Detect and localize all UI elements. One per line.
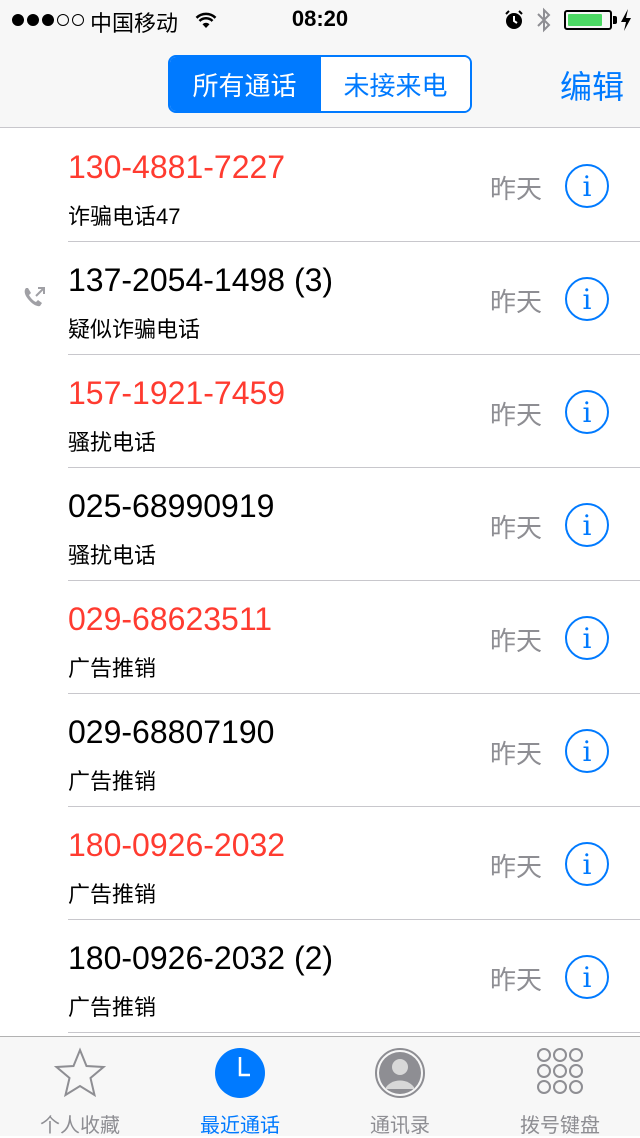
calls-filter-segmented-control: 所有通话 未接来电 [168,55,472,113]
call-date: 昨天 [490,287,543,317]
alarm-icon [505,10,523,29]
call-row[interactable]: 180-0926-2032 广告推销 昨天 i [0,807,640,920]
row-separator [68,1032,640,1033]
call-number: 130-4881-7227 [68,149,286,185]
recent-calls-list[interactable]: 130-4881-7227 诈骗电话47 昨天 i 137-2054-1498 … [0,129,640,1036]
call-date: 昨天 [490,626,543,656]
segment-all-calls[interactable]: 所有通话 [170,57,319,111]
call-date: 昨天 [490,965,543,995]
call-label: 诈骗电话47 [68,204,181,229]
call-number: 025-68990919 [68,488,275,524]
call-label: 骚扰电话 [68,430,157,455]
call-date: 昨天 [490,852,543,882]
status-bar: 中国移动 08:20 [0,0,640,40]
call-row[interactable]: 025-68990919 骚扰电话 昨天 i [0,468,640,581]
call-row[interactable]: 137-2054-1498 (3) 疑似诈骗电话 昨天 i [0,242,640,355]
call-number: 157-1921-7459 [68,375,286,411]
call-row[interactable]: 180-0926-2032 (2) 广告推销 昨天 i [0,920,640,1033]
battery-icon [564,10,612,30]
clock-icon [215,1048,265,1098]
info-button[interactable]: i [565,729,609,773]
tab-recents[interactable]: 最近通话 [160,1037,320,1137]
info-button[interactable]: i [565,503,609,547]
info-button[interactable]: i [565,277,609,321]
info-button[interactable]: i [565,842,609,886]
call-number: 029-68623511 [68,601,273,637]
info-button[interactable]: i [565,164,609,208]
tab-keypad[interactable]: 拨号键盘 [480,1037,640,1137]
outgoing-call-icon [24,287,45,307]
call-label: 广告推销 [68,882,157,907]
call-label: 广告推销 [68,995,157,1020]
info-button[interactable]: i [565,616,609,660]
call-label: 疑似诈骗电话 [68,317,201,342]
tab-contacts[interactable]: 通讯录 [320,1037,480,1137]
call-label: 广告推销 [68,769,157,794]
call-row[interactable]: 130-4881-7227 诈骗电话47 昨天 i [0,129,640,242]
tab-favorites[interactable]: 个人收藏 [0,1037,160,1137]
call-date: 昨天 [490,400,543,430]
segment-missed-calls[interactable]: 未接来电 [319,57,470,111]
tab-label: 个人收藏 [40,1115,120,1137]
call-number: 029-68807190 [68,714,275,750]
call-row[interactable]: 157-1921-7459 骚扰电话 昨天 i [0,355,640,468]
battery-tip [613,16,617,24]
tab-label: 最近通话 [200,1115,280,1137]
battery-level [568,14,602,26]
bluetooth-icon [537,7,551,33]
info-button[interactable]: i [565,955,609,999]
tab-bar: 个人收藏 最近通话 通讯录 拨号键盘 [0,1036,640,1137]
charging-icon [621,9,631,31]
contacts-icon [375,1048,425,1098]
navigation-bar: 所有通话 未接来电 编辑 [0,40,640,128]
call-number: 180-0926-2032 [68,827,286,863]
call-row[interactable]: 029-68807190 广告推销 昨天 i [0,694,640,807]
tab-label: 拨号键盘 [520,1115,600,1137]
call-date: 昨天 [490,174,543,204]
keypad-icon [537,1048,583,1094]
call-date: 昨天 [490,739,543,769]
tab-label: 通讯录 [370,1115,430,1137]
call-label: 广告推销 [68,656,157,681]
call-number: 180-0926-2032 (2) [68,940,334,976]
star-icon [54,1047,106,1098]
edit-button[interactable]: 编辑 [560,62,624,108]
call-label: 骚扰电话 [68,543,157,568]
call-date: 昨天 [490,513,543,543]
call-number: 137-2054-1498 (3) [68,262,334,298]
info-button[interactable]: i [565,390,609,434]
call-row[interactable]: 029-68623511 广告推销 昨天 i [0,581,640,694]
